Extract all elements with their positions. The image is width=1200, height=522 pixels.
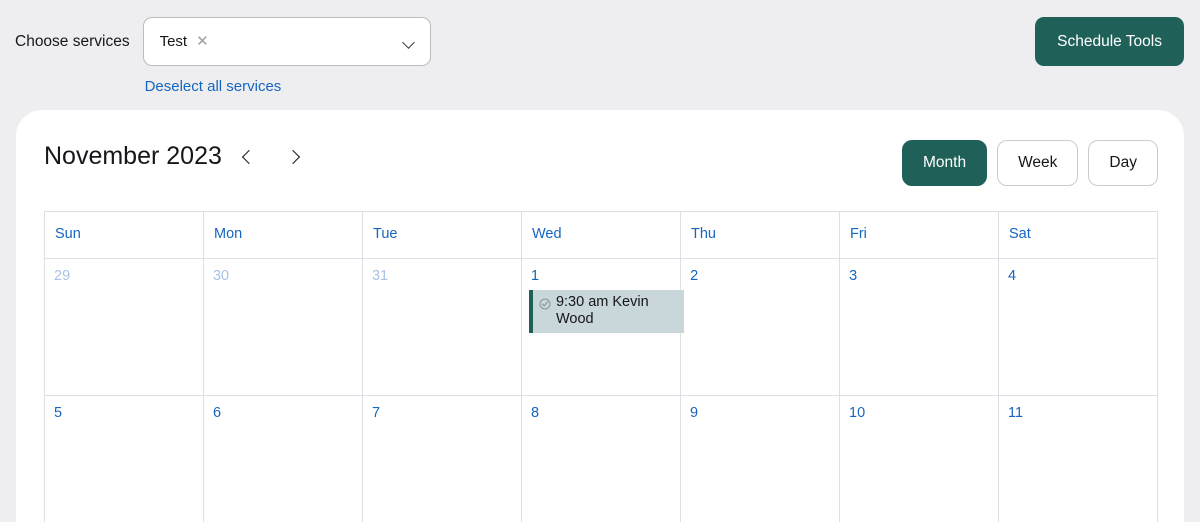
day-cell[interactable]: 29: [45, 259, 204, 396]
calendar-event-label: 9:30 am Kevin Wood: [555, 294, 649, 327]
day-number: 10: [849, 405, 866, 421]
day-number: 31: [371, 268, 389, 284]
page-title: November 2023: [44, 142, 222, 170]
day-number: 8: [531, 405, 540, 421]
day-header-label: Mon: [214, 226, 243, 242]
view-toggle-group: Month Week Day: [901, 140, 1158, 186]
calendar-title-group: November 2023: [44, 142, 306, 171]
week-row: 5 6 7 8 9 10 11: [45, 396, 1158, 522]
service-select[interactable]: Test ✕: [142, 17, 431, 66]
day-header-wed: Wed: [522, 212, 681, 259]
day-header-tue: Tue: [363, 212, 522, 259]
service-tag: Test ✕: [160, 33, 209, 50]
chevron-right-icon[interactable]: [280, 144, 306, 170]
day-cell[interactable]: 5: [45, 396, 204, 522]
day-cell[interactable]: 9: [681, 396, 840, 522]
calendar-event[interactable]: 9:30 am Kevin Wood: [528, 290, 684, 333]
day-cell[interactable]: 2: [681, 259, 841, 396]
day-header-label: Tue: [373, 226, 398, 242]
day-number: 29: [54, 268, 71, 284]
check-circle-icon: [539, 297, 551, 315]
day-cell[interactable]: 11: [999, 396, 1158, 522]
day-header-thu: Thu: [681, 212, 840, 259]
choose-services-label: Choose services: [15, 33, 130, 50]
day-number: 2: [690, 268, 699, 284]
view-button-day[interactable]: Day: [1088, 140, 1158, 186]
day-cell[interactable]: 31: [362, 259, 522, 396]
deselect-all-services-link[interactable]: Deselect all services: [145, 78, 431, 95]
day-cell[interactable]: 10: [840, 396, 999, 522]
view-button-week[interactable]: Week: [997, 140, 1079, 186]
day-cell[interactable]: 6: [204, 396, 363, 522]
day-number: 30: [212, 268, 230, 284]
service-select-wrap: Test ✕ Deselect all services: [142, 17, 431, 95]
calendar-card: November 2023 Month Week Day Sun Mon Tue…: [16, 110, 1184, 522]
day-header-fri: Fri: [840, 212, 999, 259]
day-header-sun: Sun: [45, 212, 204, 259]
services-toolbar: Choose services Test ✕ Deselect all serv…: [0, 0, 1200, 110]
week-row: 29 30 31 1 9:30 am Kevin Wood 2 3 4: [45, 259, 1159, 396]
day-cell[interactable]: 8: [522, 396, 681, 522]
calendar-grid: Sun Mon Tue Wed Thu Fri Sat 29 30 31 1 9…: [44, 211, 1159, 522]
day-header-label: Fri: [850, 226, 867, 242]
day-number: 6: [213, 405, 222, 421]
chevron-left-icon[interactable]: [236, 144, 262, 170]
day-cell[interactable]: 3: [840, 259, 1000, 396]
day-cell[interactable]: 7: [363, 396, 522, 522]
services-selector-group: Choose services Test ✕ Deselect all serv…: [15, 17, 431, 95]
day-number: 7: [372, 405, 381, 421]
day-number: 4: [1008, 268, 1017, 284]
day-header-mon: Mon: [204, 212, 363, 259]
day-header-label: Sun: [55, 226, 81, 242]
day-number: 3: [849, 268, 858, 284]
service-tag-label: Test: [159, 33, 188, 50]
chevron-down-icon[interactable]: [403, 38, 416, 46]
close-x-icon[interactable]: ✕: [196, 34, 209, 49]
day-number: 9: [690, 405, 699, 421]
schedule-tools-button[interactable]: Schedule Tools: [1035, 17, 1184, 66]
day-cell[interactable]: 4: [999, 259, 1159, 396]
day-number: 5: [54, 405, 63, 421]
day-header-sat: Sat: [999, 212, 1158, 259]
day-header-label: Wed: [532, 226, 562, 242]
day-number: 1: [530, 268, 540, 284]
day-header-row: Sun Mon Tue Wed Thu Fri Sat: [45, 212, 1158, 259]
day-cell[interactable]: 1 9:30 am Kevin Wood: [521, 259, 684, 396]
day-header-label: Thu: [691, 226, 716, 242]
calendar-header: November 2023 Month Week Day: [16, 110, 1184, 211]
view-button-month[interactable]: Month: [901, 140, 988, 186]
day-header-label: Sat: [1009, 226, 1031, 242]
day-cell[interactable]: 30: [203, 259, 363, 396]
day-number: 11: [1008, 405, 1024, 421]
